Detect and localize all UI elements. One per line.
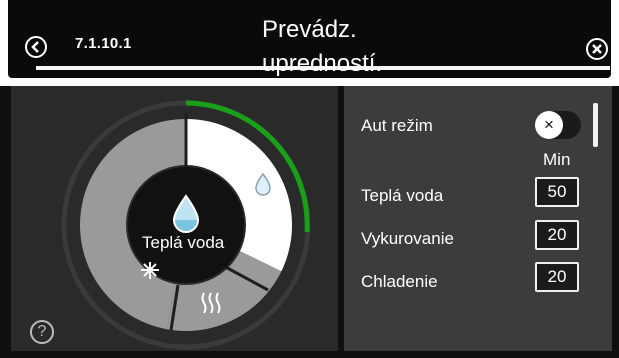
hot-water-min-value[interactable]: 50 xyxy=(535,177,579,207)
unit-header: Min xyxy=(543,150,571,169)
donut-center-label: Teplá voda xyxy=(142,233,225,252)
toggle-knob: × xyxy=(535,111,563,139)
auto-mode-label: Aut režim xyxy=(361,116,433,135)
auto-mode-toggle[interactable]: × xyxy=(535,111,581,139)
heating-min-value[interactable]: 20 xyxy=(535,220,579,250)
heating-label: Vykurovanie xyxy=(361,229,454,248)
cooling-min-value[interactable]: 20 xyxy=(535,262,579,292)
cooling-label: Chladenie xyxy=(361,272,438,291)
help-icon: ? xyxy=(37,323,47,340)
help-button[interactable]: ? xyxy=(30,320,54,344)
hot-water-label: Teplá voda xyxy=(361,186,444,205)
scrollbar[interactable] xyxy=(593,103,598,147)
